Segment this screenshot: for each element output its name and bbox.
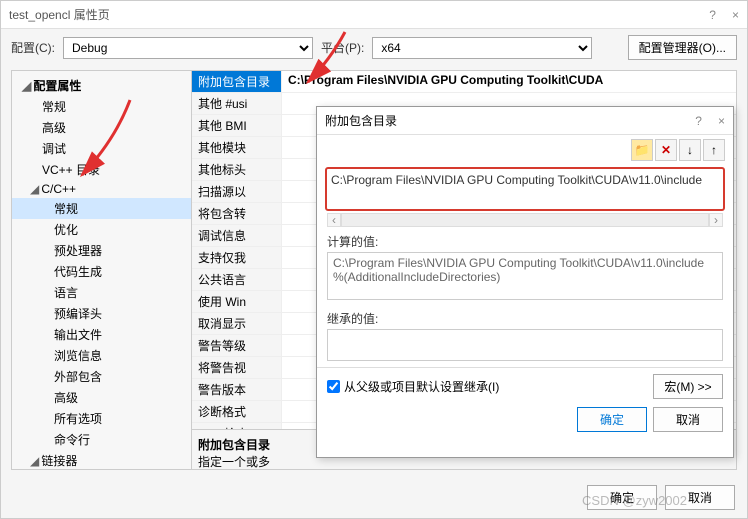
property-label: 取消显示: [192, 313, 282, 334]
dialog-controls: ? ×: [695, 114, 725, 128]
property-label: 警告等级: [192, 335, 282, 356]
window-controls: ? ×: [709, 8, 739, 22]
property-label: 使用 Win: [192, 291, 282, 312]
macro-button[interactable]: 宏(M) >>: [653, 374, 723, 399]
config-label: 配置(C):: [11, 39, 55, 56]
dialog-help-icon[interactable]: ?: [695, 114, 702, 128]
config-manager-button[interactable]: 配置管理器(O)...: [628, 35, 737, 60]
tree-item[interactable]: 代码生成: [12, 261, 191, 282]
tree-item[interactable]: 常规: [12, 96, 191, 117]
main-footer: 确定 取消: [587, 485, 735, 510]
folder-icon[interactable]: 📁: [631, 139, 653, 161]
move-down-icon[interactable]: ↓: [679, 139, 701, 161]
tree-item[interactable]: 外部包含: [12, 366, 191, 387]
move-up-icon[interactable]: ↑: [703, 139, 725, 161]
tree-item[interactable]: ◢ C/C++: [12, 180, 191, 198]
property-label: 调试信息: [192, 225, 282, 246]
property-row[interactable]: 附加包含目录C:\Program Files\NVIDIA GPU Comput…: [192, 71, 736, 93]
dialog-cancel-button[interactable]: 取消: [653, 407, 723, 432]
property-value: C:\Program Files\NVIDIA GPU Computing To…: [282, 71, 736, 92]
tree-item[interactable]: 常规: [12, 198, 191, 219]
property-label: 其他 #usi: [192, 93, 282, 114]
inherited-values: [327, 329, 723, 361]
tree-item[interactable]: 输出文件: [12, 324, 191, 345]
inherit-checkbox-input[interactable]: [327, 380, 340, 393]
nav-tree[interactable]: ◢ 配置属性常规高级调试VC++ 目录◢ C/C++常规优化预处理器代码生成语言…: [12, 71, 192, 469]
config-row: 配置(C): Debug 平台(P): x64 配置管理器(O)...: [1, 29, 747, 66]
path-value: C:\Program Files\NVIDIA GPU Computing To…: [331, 173, 719, 187]
tree-item[interactable]: 调试: [12, 138, 191, 159]
delete-icon[interactable]: ✕: [655, 139, 677, 161]
inherit-label: 继承的值:: [317, 306, 733, 329]
property-label: 支持仅我: [192, 247, 282, 268]
scroll-right-icon[interactable]: ›: [709, 213, 723, 227]
tree-item[interactable]: ◢ 链接器: [12, 450, 191, 469]
scroll-left-icon[interactable]: ‹: [327, 213, 341, 227]
property-label: 将警告视: [192, 357, 282, 378]
property-label: 附加包含目录: [192, 71, 282, 92]
tree-item[interactable]: 预编译头: [12, 303, 191, 324]
tree-item[interactable]: 预处理器: [12, 240, 191, 261]
property-label: 将包含转: [192, 203, 282, 224]
tree-item[interactable]: VC++ 目录: [12, 159, 191, 180]
property-label: 其他标头: [192, 159, 282, 180]
path-edit-area[interactable]: C:\Program Files\NVIDIA GPU Computing To…: [325, 167, 725, 211]
dialog-titlebar: 附加包含目录 ? ×: [317, 107, 733, 135]
inherit-checkbox[interactable]: 从父级或项目默认设置继承(I): [327, 378, 499, 395]
h-scrollbar[interactable]: ‹ ›: [327, 213, 723, 227]
tree-item[interactable]: 所有选项: [12, 408, 191, 429]
main-titlebar: test_opencl 属性页 ? ×: [1, 1, 747, 29]
dialog-ok-button[interactable]: 确定: [577, 407, 647, 432]
ok-button[interactable]: 确定: [587, 485, 657, 510]
tree-item[interactable]: 语言: [12, 282, 191, 303]
dialog-title: 附加包含目录: [325, 112, 397, 129]
platform-select[interactable]: x64: [372, 37, 592, 59]
calculated-values: C:\Program Files\NVIDIA GPU Computing To…: [327, 252, 723, 300]
cancel-button[interactable]: 取消: [665, 485, 735, 510]
tree-item[interactable]: 优化: [12, 219, 191, 240]
platform-label: 平台(P):: [321, 39, 364, 56]
tree-item[interactable]: 命令行: [12, 429, 191, 450]
dialog-bottom: 从父级或项目默认设置继承(I) 宏(M) >>: [317, 367, 733, 405]
tree-item[interactable]: 浏览信息: [12, 345, 191, 366]
property-label: 诊断格式: [192, 401, 282, 422]
property-label: 警告版本: [192, 379, 282, 400]
window-title: test_opencl 属性页: [9, 6, 110, 23]
calc-label: 计算的值:: [317, 229, 733, 252]
tree-item[interactable]: 高级: [12, 387, 191, 408]
property-label: 公共语言: [192, 269, 282, 290]
help-icon[interactable]: ?: [709, 8, 716, 22]
property-label: 其他模块: [192, 137, 282, 158]
tree-item[interactable]: 高级: [12, 117, 191, 138]
include-dirs-dialog: 附加包含目录 ? × 📁 ✕ ↓ ↑ C:\Program Files\NVID…: [316, 106, 734, 458]
config-select[interactable]: Debug: [63, 37, 313, 59]
dialog-close-icon[interactable]: ×: [718, 114, 725, 128]
property-label: 其他 BMI: [192, 115, 282, 136]
property-label: 扫描源以: [192, 181, 282, 202]
tree-item[interactable]: ◢ 配置属性: [12, 75, 191, 96]
close-icon[interactable]: ×: [732, 8, 739, 22]
dialog-toolbar: 📁 ✕ ↓ ↑: [317, 135, 733, 165]
